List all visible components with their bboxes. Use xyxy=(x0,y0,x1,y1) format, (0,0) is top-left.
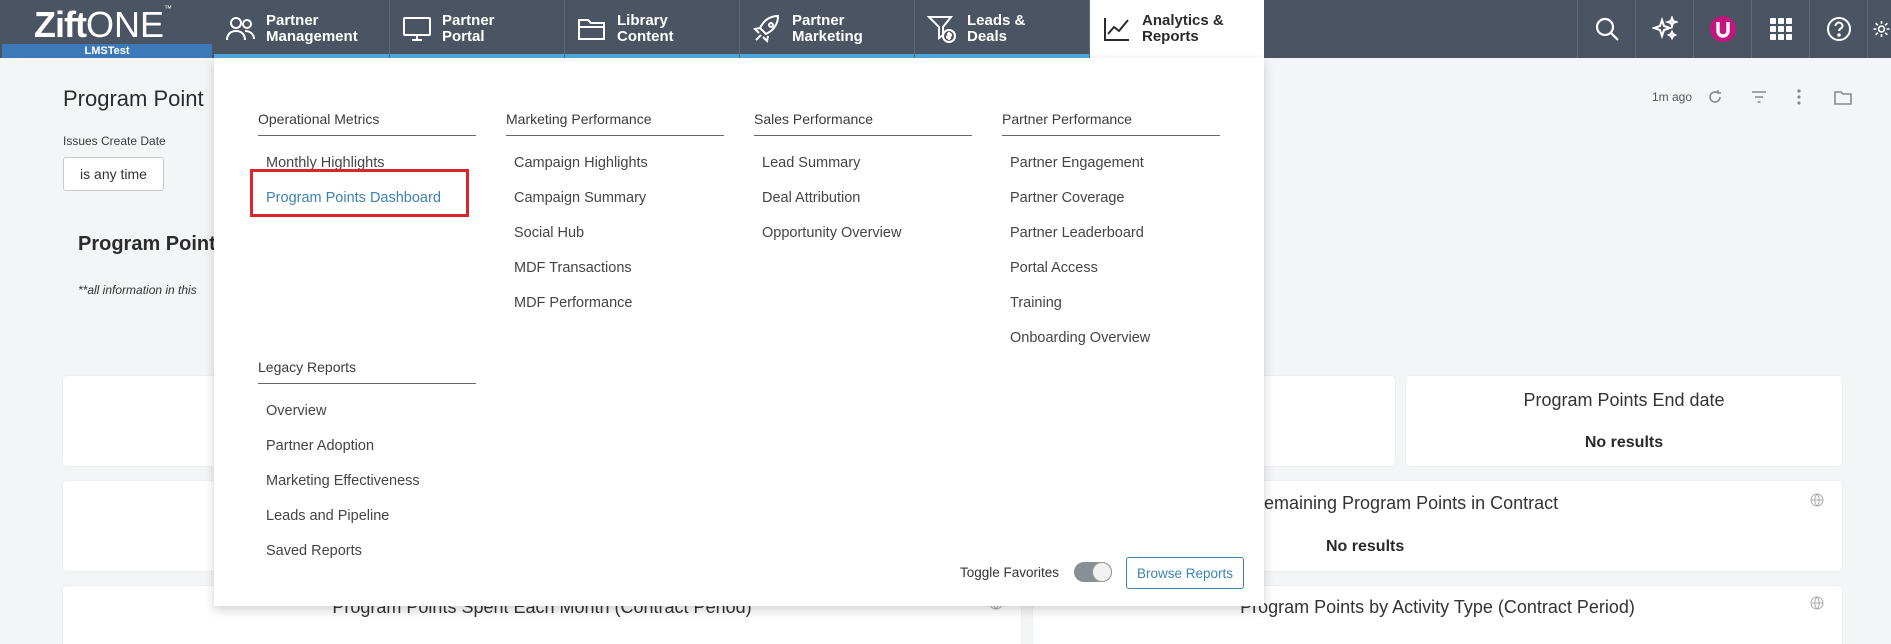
help-icon[interactable] xyxy=(1809,0,1867,58)
section-note: **all information in this xyxy=(78,283,197,297)
nav-tab-leads-deals[interactable]: Leads & Deals xyxy=(915,0,1090,58)
menu-item-saved-reports[interactable]: Saved Reports xyxy=(266,534,476,569)
nav-tab-analytics-reports[interactable]: Analytics & Reports xyxy=(1090,0,1264,58)
analytics-reports-menu: Operational Metrics Monthly Highlights P… xyxy=(214,58,1264,606)
utility-icons xyxy=(1577,0,1891,58)
filter-label: Issues Create Date xyxy=(63,134,166,148)
nav-tab-partner-portal[interactable]: Partner Portal xyxy=(390,0,565,58)
menu-item-campaign-highlights[interactable]: Campaign Highlights xyxy=(514,146,724,181)
last-updated-text: 1m ago xyxy=(1652,90,1693,104)
menu-item-marketing-effectiveness[interactable]: Marketing Effectiveness xyxy=(266,464,476,499)
nav-tab-label: Analytics & Reports xyxy=(1142,12,1224,45)
nav-tab-label: Leads & Deals xyxy=(967,12,1026,45)
menu-heading: Operational Metrics xyxy=(258,111,476,136)
card-value: No results xyxy=(1584,434,1664,451)
more-options-icon[interactable] xyxy=(1788,86,1810,108)
monitor-icon xyxy=(400,12,434,46)
card-title: Program Points End date xyxy=(1523,390,1725,410)
settings-icon[interactable] xyxy=(1867,0,1891,58)
card-title: emaining Program Points in Contract xyxy=(1264,493,1559,513)
end-date-card: Program Points End date No results xyxy=(1406,376,1842,466)
logo-wordmark: ZiftONE™ xyxy=(34,4,172,45)
page-title: Program Point xyxy=(63,86,204,111)
ziftone-logo[interactable]: ZiftONE™ LMSTest xyxy=(0,0,214,58)
sparkle-icon[interactable] xyxy=(1635,0,1693,58)
browse-reports-button[interactable]: Browse Reports xyxy=(1126,557,1244,589)
menu-item-campaign-summary[interactable]: Campaign Summary xyxy=(514,181,724,216)
menu-heading: Legacy Reports xyxy=(258,359,476,384)
selection-highlight-box xyxy=(250,169,469,217)
refresh-icon[interactable] xyxy=(1704,86,1726,108)
card-value: No results xyxy=(1326,538,1405,555)
menu-item-partner-engagement[interactable]: Partner Engagement xyxy=(1010,146,1220,181)
menu-item-partner-coverage[interactable]: Partner Coverage xyxy=(1010,181,1220,216)
menu-item-mdf-performance[interactable]: MDF Performance xyxy=(514,286,724,321)
nav-tab-label: Partner Management xyxy=(266,12,358,45)
nav-tab-partner-marketing[interactable]: Partner Marketing xyxy=(740,0,915,58)
nav-tab-label: Partner Portal xyxy=(442,12,495,45)
menu-heading: Partner Performance xyxy=(1002,111,1220,136)
toggle-favorites-label: Toggle Favorites xyxy=(960,565,1060,580)
people-icon xyxy=(224,12,258,46)
nav-tab-library-content[interactable]: Library Content xyxy=(565,0,740,58)
menu-item-onboarding-overview[interactable]: Onboarding Overview xyxy=(1010,321,1220,356)
line-chart-icon xyxy=(1100,12,1134,46)
menu-item-portal-access[interactable]: Portal Access xyxy=(1010,251,1220,286)
menu-item-deal-attribution[interactable]: Deal Attribution xyxy=(762,181,972,216)
date-filter-button[interactable]: is any time xyxy=(63,157,164,191)
folder-icon[interactable] xyxy=(1832,86,1854,108)
globe-icon[interactable] xyxy=(1810,493,1824,507)
menu-column-partner-performance: Partner Performance Partner Engagement P… xyxy=(1002,111,1220,356)
menu-heading: Marketing Performance xyxy=(506,111,724,136)
menu-item-lead-summary[interactable]: Lead Summary xyxy=(762,146,972,181)
search-icon[interactable] xyxy=(1577,0,1635,58)
toggle-favorites-switch[interactable] xyxy=(1074,562,1112,582)
nav-tab-label: Partner Marketing xyxy=(792,12,863,45)
rocket-icon xyxy=(750,12,784,46)
menu-column-marketing-performance: Marketing Performance Campaign Highlight… xyxy=(506,111,724,321)
menu-item-partner-adoption[interactable]: Partner Adoption xyxy=(266,429,476,464)
menu-item-leads-and-pipeline[interactable]: Leads and Pipeline xyxy=(266,499,476,534)
menu-item-training[interactable]: Training xyxy=(1010,286,1220,321)
menu-item-social-hub[interactable]: Social Hub xyxy=(514,216,724,251)
menu-column-legacy-reports: Legacy Reports Overview Partner Adoption… xyxy=(258,359,476,569)
menu-item-mdf-transactions[interactable]: MDF Transactions xyxy=(514,251,724,286)
funnel-dollar-icon xyxy=(925,12,959,46)
menu-column-sales-performance: Sales Performance Lead Summary Deal Attr… xyxy=(754,111,972,251)
menu-item-partner-leaderboard[interactable]: Partner Leaderboard xyxy=(1010,216,1220,251)
user-avatar-icon[interactable] xyxy=(1693,0,1751,58)
menu-item-overview[interactable]: Overview xyxy=(266,394,476,429)
apps-grid-icon[interactable] xyxy=(1751,0,1809,58)
filter-icon[interactable] xyxy=(1748,86,1770,108)
menu-item-opportunity-overview[interactable]: Opportunity Overview xyxy=(762,216,972,251)
toggle-knob xyxy=(1092,562,1112,582)
nav-tab-label: Library Content xyxy=(617,12,674,45)
nav-tab-partner-management[interactable]: Partner Management xyxy=(214,0,390,58)
folder-icon xyxy=(575,12,609,46)
section-title: Program Point xyxy=(78,233,216,255)
menu-heading: Sales Performance xyxy=(754,111,972,136)
tenant-name: LMSTest xyxy=(2,44,212,58)
globe-icon[interactable] xyxy=(1810,596,1824,610)
top-navigation-bar: ZiftONE™ LMSTest Partner Management Part… xyxy=(0,0,1891,58)
